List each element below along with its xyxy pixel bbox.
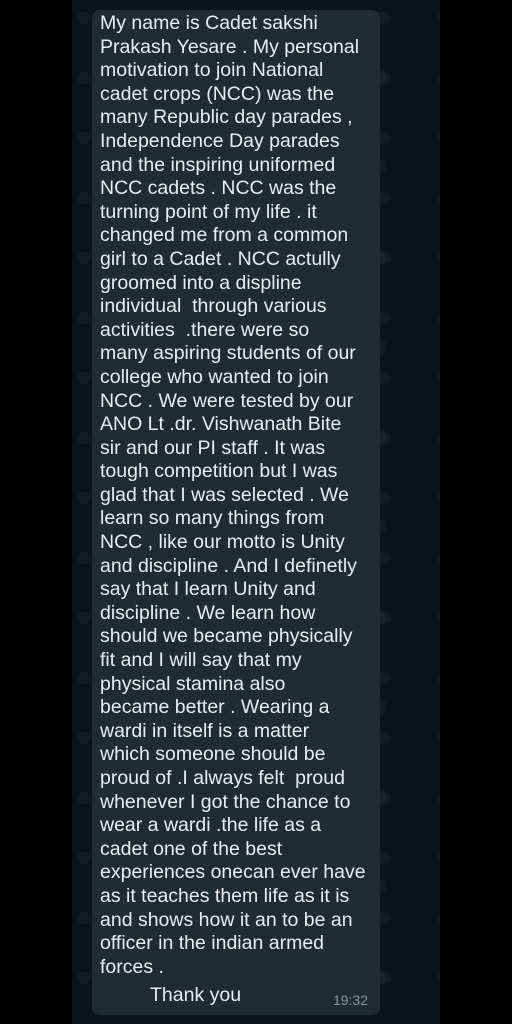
message-line: many aspiring students of our	[100, 342, 356, 365]
message-line: sir and our PI staff . It was	[100, 436, 326, 459]
message-bubble[interactable]: My name is Cadet sakshi Prakash Yesare .…	[92, 10, 380, 1015]
message-line: should we became physically	[100, 625, 353, 648]
message-line: say that I learn Unity and	[100, 578, 316, 601]
message-line: whenever I got the chance to	[100, 790, 351, 813]
message-line: individual through various	[100, 295, 327, 318]
message-line: as it teaches them life as it is	[100, 884, 350, 907]
message-line: tough competition but I was	[100, 460, 338, 483]
message-line: girl to a Cadet . NCC actully	[100, 247, 341, 270]
message-line: ANO Lt .dr. Vishwanath Bite	[100, 413, 342, 436]
message-text: My name is Cadet sakshi Prakash Yesare .…	[100, 12, 390, 979]
message-line: became better . Wearing a	[100, 696, 330, 719]
message-line: experiences onecan ever have	[100, 861, 366, 884]
message-line: cadet crops (NCC) was the	[100, 82, 335, 105]
message-line: wardi in itself is a matter	[100, 719, 310, 742]
message-line: NCC . We were tested by our	[100, 389, 354, 412]
message-line: forces .	[100, 955, 164, 978]
message-line: wear a wardi .the life as a	[100, 814, 322, 837]
message-line: glad that I was selected . We	[100, 483, 349, 506]
message-line: groomed into a displine	[100, 271, 302, 294]
message-line: proud of .I always felt proud	[100, 767, 345, 789]
message-line: discipline . We learn how	[100, 601, 316, 624]
message-line: learn so many things from	[100, 507, 325, 530]
message-line: and shows how it an to be an	[100, 908, 353, 931]
message-line: motivation to join National	[100, 59, 324, 82]
message-line: which someone should be	[100, 743, 326, 766]
message-line: cadet one of the best	[100, 837, 283, 860]
message-signoff: Thank you	[150, 984, 242, 1006]
message-timestamp: 19:32	[332, 992, 368, 1008]
chat-screen: My name is Cadet sakshi Prakash Yesare .…	[0, 0, 512, 1024]
message-line: activities .there were so	[100, 318, 310, 341]
message-line: My name is Cadet sakshi	[100, 12, 318, 34]
message-line: NCC , like our motto is Unity	[100, 531, 345, 554]
message-line: NCC cadets . NCC was the	[100, 177, 337, 200]
message-line: physical stamina also	[100, 672, 286, 695]
message-line: college who wanted to join	[100, 365, 329, 388]
message-line: Independence Day parades	[100, 129, 340, 152]
message-line: turning point of my life . it	[100, 200, 317, 223]
message-line: fit and I will say that my	[100, 649, 302, 672]
message-line: changed me from a common	[100, 224, 349, 247]
message-line: and discipline . And I definetly	[100, 554, 357, 577]
message-line: officer in the indian armed	[100, 932, 325, 955]
message-line: Prakash Yesare . My personal	[100, 35, 360, 58]
message-line: many Republic day parades ,	[100, 106, 353, 129]
message-line: and the inspiring uniformed	[100, 153, 336, 176]
